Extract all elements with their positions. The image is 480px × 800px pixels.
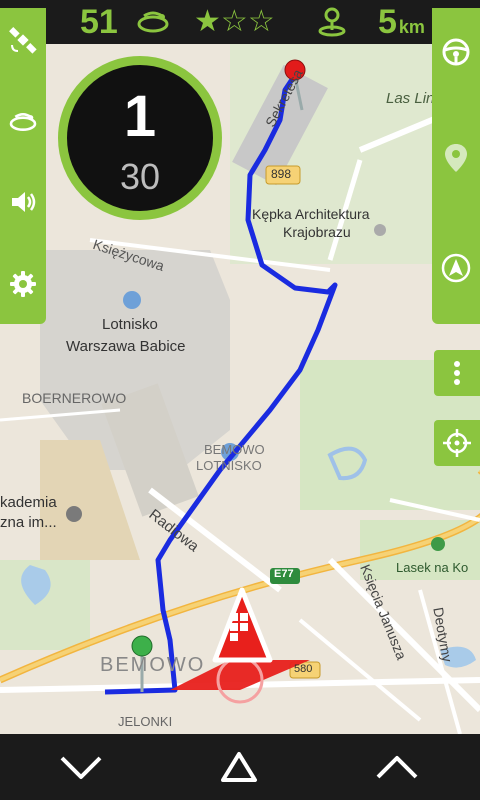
more-menu-button[interactable] [434,350,480,396]
star-empty-icon: ☆ [220,5,248,38]
chevron-up-icon [376,756,418,779]
rating: ★ ☆ ☆ [194,0,275,44]
navigation-arrow-icon [441,253,471,283]
map-label: BEMOWO [100,654,206,676]
counter-secondary: 30 [119,156,161,197]
map-label: BOERNEROWO [22,390,127,406]
star-empty-icon: ☆ [247,5,275,38]
settings-icon [10,271,36,297]
map-label: zna im... [0,514,57,531]
map-label: Lotnisko [102,316,158,333]
location-pin-icon [445,144,467,172]
more-vertical-icon [434,350,480,396]
points-value: 51 [80,2,118,41]
crosshair-icon [434,420,480,466]
map-label: Lasek na Ko [396,560,469,575]
lap-button[interactable] [0,92,46,152]
volume-button[interactable] [0,172,46,232]
satellite-icon [9,27,37,54]
lap-icon [9,113,37,131]
map-label: E77 [274,568,294,580]
location-beacon-icon [316,0,348,44]
satellite-button[interactable] [0,10,46,70]
home-button[interactable] [194,734,284,800]
collapse-button[interactable] [36,734,126,800]
right-sidebar [432,8,480,324]
map-label: kademia [0,494,57,511]
map-label: Las Lin [386,90,435,107]
map-label: Krajobrazu [283,224,351,240]
status-bar: 51 ★ ☆ ☆ 5 km [0,0,480,44]
recenter-button[interactable] [434,420,480,466]
map-label: LOTNISKO [196,458,262,473]
distance-value: 5 [378,2,397,41]
map-label: JELONKI [118,714,173,729]
left-sidebar [0,8,46,324]
expand-button[interactable] [352,734,442,800]
map-label: 898 [271,167,292,181]
location-button[interactable] [432,128,480,188]
settings-button[interactable] [0,254,46,314]
chevron-down-icon [60,756,102,779]
distance-display: 5 km [378,0,425,44]
map-label: 580 [294,663,313,675]
lap-counter: 1 30 [58,56,222,220]
steering-wheel-icon [442,38,470,66]
map-label: Kępka Architektura [252,206,370,222]
navigate-button[interactable] [432,238,480,298]
points-display: 51 [80,0,118,44]
triangle-up-icon [221,752,257,782]
map-label: BEMOWO [204,442,265,457]
lap-icon [136,0,170,44]
counter-primary: 1 [123,84,157,149]
distance-unit: km [398,16,425,37]
map-label: Warszawa Babice [66,338,186,355]
star-filled-icon: ★ [194,5,221,38]
bottom-nav-bar [0,734,480,800]
drive-mode-button[interactable] [432,22,480,82]
volume-icon [12,192,36,212]
